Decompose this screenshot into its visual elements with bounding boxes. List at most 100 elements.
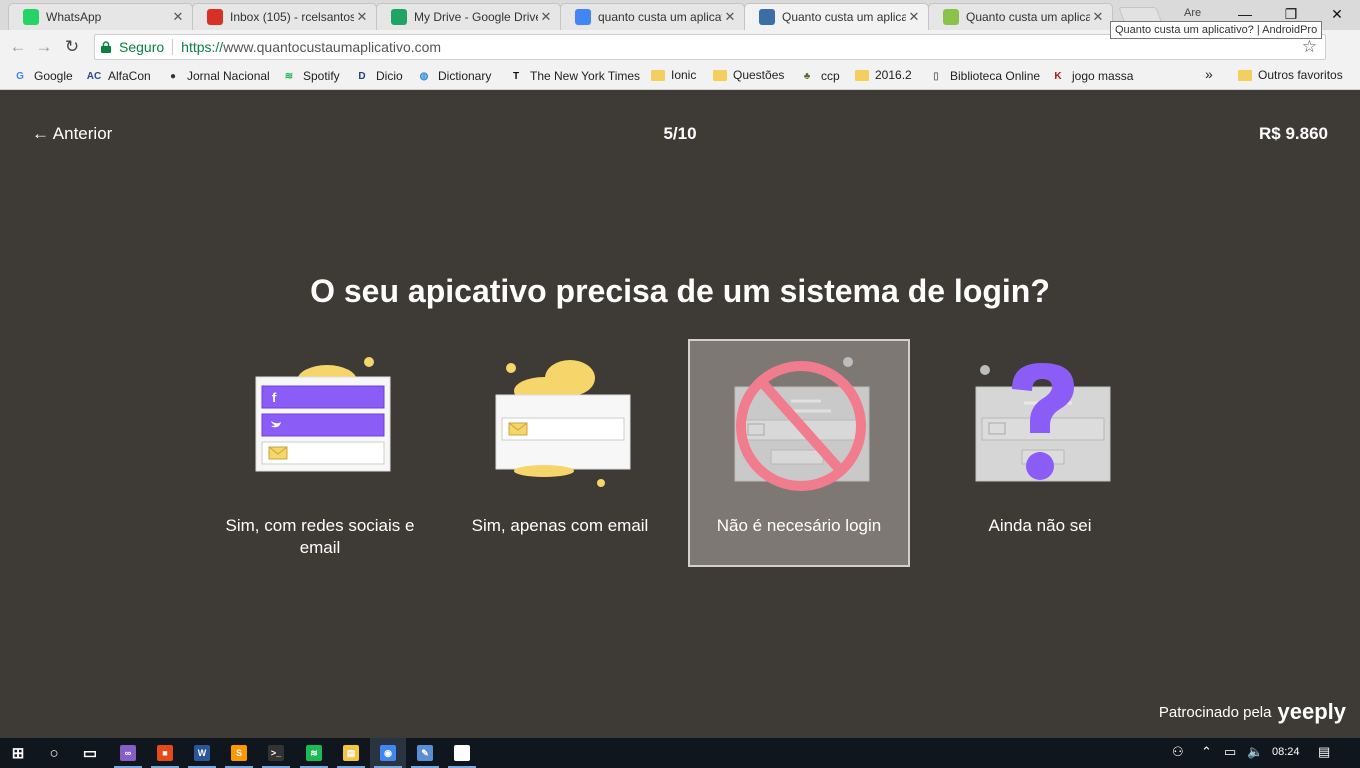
- option-label: Não é necesário login: [716, 516, 882, 535]
- bookmarks-overflow-button[interactable]: »: [1205, 66, 1213, 82]
- folder-icon: [855, 69, 869, 81]
- people-icon[interactable]: ⚇: [1172, 744, 1184, 760]
- step-counter: 5/10: [663, 124, 697, 143]
- option-not-sure[interactable]: Ainda não sei: [929, 339, 1151, 567]
- bookmark-label: Jornal Nacional: [187, 69, 270, 83]
- bookmark-item[interactable]: Kjogo massa: [1050, 68, 1133, 84]
- volume-icon[interactable]: 🔈: [1247, 744, 1263, 760]
- bookmark-item[interactable]: T The New York Times: [508, 68, 640, 84]
- bookmark-item[interactable]: ● Jornal Nacional: [165, 68, 270, 84]
- taskbar-button[interactable]: >_: [258, 738, 294, 768]
- other-bookmarks-folder[interactable]: Outros favoritos: [1238, 68, 1343, 82]
- sponsor[interactable]: Patrocinado pela yeeply: [1159, 699, 1346, 725]
- taskbar-button[interactable]: ▤: [333, 738, 369, 768]
- taskbar-button[interactable]: ⊞: [0, 738, 36, 768]
- browser-tab[interactable]: Inbox (105) - rcelsantos ✕: [192, 3, 377, 30]
- action-center-icon[interactable]: ▤: [1318, 744, 1330, 760]
- cmd-icon: >_: [268, 745, 284, 761]
- bookmark-label: 2016.2: [875, 68, 912, 82]
- file-explorer-icon: ▤: [343, 745, 359, 761]
- google-icon: [575, 9, 591, 25]
- option-email-only[interactable]: Sim, apenas com email: [449, 339, 671, 567]
- bookmark-label: Questões: [733, 68, 785, 82]
- bookmark-label: AlfaCon: [108, 69, 151, 83]
- lock-icon: [101, 41, 111, 53]
- bookmark-label: Ionic: [671, 68, 697, 82]
- tab-title: WhatsApp: [46, 10, 102, 24]
- bookmark-item[interactable]: ♣ ccp: [799, 68, 840, 84]
- profile-label[interactable]: Are: [1184, 7, 1201, 19]
- browser-tab[interactable]: My Drive - Google Drive ✕: [376, 3, 561, 30]
- dicio-icon: D: [358, 70, 366, 82]
- taskbar-button[interactable]: ■: [147, 738, 183, 768]
- close-tab-icon[interactable]: ✕: [722, 9, 738, 25]
- tray-chevron-icon[interactable]: ⌃: [1201, 744, 1212, 760]
- cortana-icon: ○: [49, 744, 59, 762]
- bookmark-item[interactable]: ◍ Dictionary: [416, 68, 492, 84]
- url-divider: [172, 39, 174, 55]
- sponsor-logo: yeeply: [1277, 699, 1347, 724]
- browser-tab[interactable]: WhatsApp ✕: [8, 3, 193, 30]
- bookmark-item[interactable]: 2016.2: [855, 68, 912, 82]
- phone-icon: [759, 9, 775, 25]
- close-tab-icon[interactable]: ✕: [906, 9, 922, 25]
- close-tab-icon[interactable]: ✕: [354, 9, 370, 25]
- task-view-icon: ▭: [82, 745, 98, 762]
- visual-studio-icon: ∞: [120, 745, 136, 761]
- reload-icon[interactable]: ↻: [62, 37, 82, 57]
- taskbar-button[interactable]: ≋: [296, 738, 332, 768]
- tab-tooltip: Quanto custa um aplicativo? | AndroidPro: [1110, 21, 1323, 39]
- browser-tab[interactable]: Quanto custa um aplicativo✕: [744, 3, 929, 30]
- tab-title: My Drive - Google Drive: [414, 10, 538, 24]
- tab-title: quanto custa um aplicativo: [598, 10, 722, 24]
- bookmark-star-icon[interactable]: ☆: [1302, 37, 1317, 57]
- taskbar-button[interactable]: ▣: [444, 738, 480, 768]
- page-content: ← Anterior 5/10 R$ 9.860 O seu apicativo…: [0, 91, 1360, 737]
- secure-indicator[interactable]: Seguro: [101, 39, 164, 55]
- taskbar-button[interactable]: ▭: [72, 738, 108, 768]
- bookmark-item[interactable]: Ionic: [651, 68, 696, 82]
- email-login-icon: [495, 360, 631, 487]
- close-tab-icon[interactable]: ✕: [1090, 9, 1106, 25]
- taskbar-button[interactable]: S: [221, 738, 257, 768]
- taskbar-button[interactable]: ✎: [407, 738, 443, 768]
- option-label: Ainda não sei: [988, 516, 1092, 535]
- forward-arrow-icon[interactable]: →: [34, 37, 54, 57]
- taskbar-button[interactable]: W: [184, 738, 220, 768]
- taskbar-button[interactable]: ◉: [370, 738, 406, 768]
- option-social-email[interactable]: f Sim, com redes sociais e email: [209, 339, 431, 567]
- taskbar-clock[interactable]: 08:24: [1272, 746, 1300, 758]
- sponsor-prefix: Patrocinado pela: [1158, 703, 1272, 721]
- kongregate-icon: K: [1054, 70, 1062, 82]
- bookmark-label: The New York Times: [530, 69, 641, 83]
- browser-tab[interactable]: Quanto custa um aplicativo✕: [928, 3, 1113, 30]
- bookmark-item[interactable]: ≋ Spotify: [281, 68, 340, 84]
- bookmark-item[interactable]: G Google: [12, 68, 73, 84]
- taskbar-button[interactable]: ○: [36, 738, 72, 768]
- globe-icon: ◍: [419, 70, 429, 82]
- secure-label: Seguro: [119, 39, 165, 55]
- alfacon-icon: AC: [86, 70, 102, 82]
- svg-text:f: f: [272, 390, 277, 405]
- bookmark-item[interactable]: ▯ Biblioteca Online: [928, 68, 1040, 84]
- browser-tab[interactable]: quanto custa um aplicativo✕: [560, 3, 745, 30]
- url-text[interactable]: https://www.quantocustaumaplicativo.com: [181, 39, 441, 55]
- option-label: Sim, apenas com email: [471, 516, 649, 535]
- bookmark-item[interactable]: Questões: [713, 68, 784, 82]
- taskbar-button[interactable]: ∞: [110, 738, 146, 768]
- close-tab-icon[interactable]: ✕: [170, 9, 186, 25]
- option-no-login[interactable]: Não é necesário login: [688, 339, 910, 567]
- folder-icon: [1238, 69, 1252, 81]
- back-arrow-icon[interactable]: ←: [8, 37, 28, 57]
- bookmark-item[interactable]: D Dicio: [354, 68, 403, 84]
- androidpro-icon: [943, 9, 959, 25]
- drive-icon: [391, 9, 407, 25]
- network-icon[interactable]: ▭: [1224, 744, 1236, 760]
- bookmark-label: jogo massa: [1072, 69, 1134, 83]
- bookmark-item[interactable]: AC AlfaCon: [86, 68, 151, 84]
- bookmark-label: Biblioteca Online: [950, 69, 1041, 83]
- url-host: www.quantocustaumaplicativo.com: [223, 39, 442, 55]
- nyt-icon: T: [512, 70, 520, 82]
- close-tab-icon[interactable]: ✕: [538, 9, 554, 25]
- bookmark-label: Dicio: [376, 69, 403, 83]
